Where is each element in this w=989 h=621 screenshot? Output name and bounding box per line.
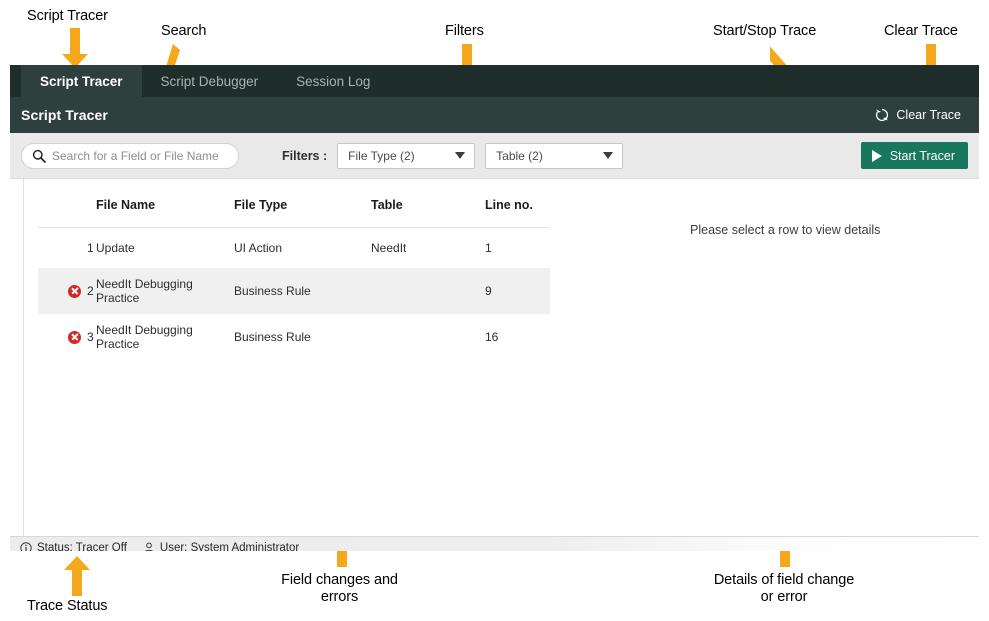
refresh-icon: [875, 108, 889, 122]
toolbar: Search for a Field or File Name Filters …: [10, 133, 979, 179]
cell-file-name: NeedIt Debugging Practice: [96, 314, 234, 360]
tab-bar: Script Tracer Script Debugger Session Lo…: [10, 65, 979, 97]
user-icon: [143, 542, 155, 551]
status-tracer-state: Status: Tracer Off: [20, 542, 127, 551]
row-index-cell: 1: [38, 228, 96, 269]
annotation-label-search: Search: [161, 23, 206, 40]
search-placeholder: Search for a Field or File Name: [52, 149, 219, 163]
table-header-row: File Name File Type Table Line no.: [38, 179, 550, 228]
tab-script-debugger[interactable]: Script Debugger: [142, 65, 278, 97]
annotation-label-filters: Filters: [445, 23, 484, 40]
annotation-label-clear-trace: Clear Trace: [884, 23, 958, 40]
error-icon: [68, 285, 81, 298]
column-header-file-type: File Type: [234, 179, 371, 228]
annotation-label-script-tracer: Script Tracer: [27, 8, 108, 25]
table-row[interactable]: 3 NeedIt Debugging Practice Business Rul…: [38, 314, 550, 360]
filters-label: Filters :: [282, 149, 327, 163]
content-area: File Name File Type Table Line no. 1 Upd: [10, 179, 979, 536]
trace-table: File Name File Type Table Line no. 1 Upd: [38, 179, 550, 360]
cell-table: [371, 268, 485, 314]
start-tracer-label: Start Tracer: [890, 149, 955, 163]
detail-placeholder-text: Please select a row to view details: [690, 223, 880, 237]
detail-pane: Please select a row to view details: [556, 179, 979, 536]
table-row[interactable]: 2 NeedIt Debugging Practice Business Rul…: [38, 268, 550, 314]
column-header-line-no: Line no.: [485, 179, 550, 228]
sub-header: Script Tracer Clear Trace: [10, 97, 979, 133]
cell-line-no: 1: [485, 228, 550, 269]
user-text: User: System Administrator: [160, 542, 299, 551]
row-index: 3: [87, 330, 96, 344]
cell-file-name: Update: [96, 228, 234, 269]
clear-trace-button[interactable]: Clear Trace: [875, 108, 968, 122]
annotation-arrow-script-tracer: [56, 28, 94, 68]
search-input[interactable]: Search for a Field or File Name: [21, 143, 239, 169]
row-index: 1: [87, 241, 96, 255]
annotation-label-trace-status: Trace Status: [27, 598, 107, 615]
info-icon: [20, 542, 32, 551]
filter-file-type-select[interactable]: File Type (2): [337, 143, 475, 169]
cell-file-type: Business Rule: [234, 314, 371, 360]
trace-list-pane: File Name File Type Table Line no. 1 Upd: [23, 179, 556, 536]
start-tracer-button[interactable]: Start Tracer: [861, 142, 968, 169]
tab-label: Script Debugger: [161, 74, 259, 89]
filter-file-type-value: File Type (2): [348, 149, 414, 163]
status-bar: Status: Tracer Off User: System Administ…: [10, 536, 979, 551]
tab-session-log[interactable]: Session Log: [277, 65, 389, 97]
cell-line-no: 9: [485, 268, 550, 314]
filter-table-value: Table (2): [496, 149, 543, 163]
column-header-index: [38, 179, 96, 228]
cell-table: [371, 314, 485, 360]
cell-file-type: Business Rule: [234, 268, 371, 314]
tab-label: Session Log: [296, 74, 370, 89]
script-tracer-window: Script Tracer Script Debugger Session Lo…: [10, 65, 979, 551]
annotation-label-start-stop-trace: Start/Stop Trace: [713, 23, 816, 40]
column-header-table: Table: [371, 179, 485, 228]
status-text: Status: Tracer Off: [37, 542, 127, 551]
cell-line-no: 16: [485, 314, 550, 360]
page-title: Script Tracer: [21, 107, 108, 123]
play-icon: [872, 150, 882, 162]
cell-file-type: UI Action: [234, 228, 371, 269]
table-row[interactable]: 1 Update UI Action NeedIt 1: [38, 228, 550, 269]
annotation-arrow-trace-status: [62, 556, 92, 596]
row-index-cell: 2: [38, 268, 96, 314]
row-index: 2: [87, 284, 96, 298]
annotation-label-details: Details of field change or error: [696, 572, 872, 606]
tab-script-tracer[interactable]: Script Tracer: [21, 65, 142, 97]
row-index-cell: 3: [38, 314, 96, 360]
status-user: User: System Administrator: [143, 542, 299, 551]
chevron-down-icon: [455, 152, 465, 159]
clear-trace-label: Clear Trace: [896, 108, 961, 122]
column-header-file-name: File Name: [96, 179, 234, 228]
annotation-label-field-changes: Field changes and errors: [262, 572, 417, 606]
chevron-down-icon: [603, 152, 613, 159]
error-icon: [68, 331, 81, 344]
cell-table: NeedIt: [371, 228, 485, 269]
filter-table-select[interactable]: Table (2): [485, 143, 623, 169]
search-icon: [32, 149, 46, 163]
tab-label: Script Tracer: [40, 74, 123, 89]
cell-file-name: NeedIt Debugging Practice: [96, 268, 234, 314]
